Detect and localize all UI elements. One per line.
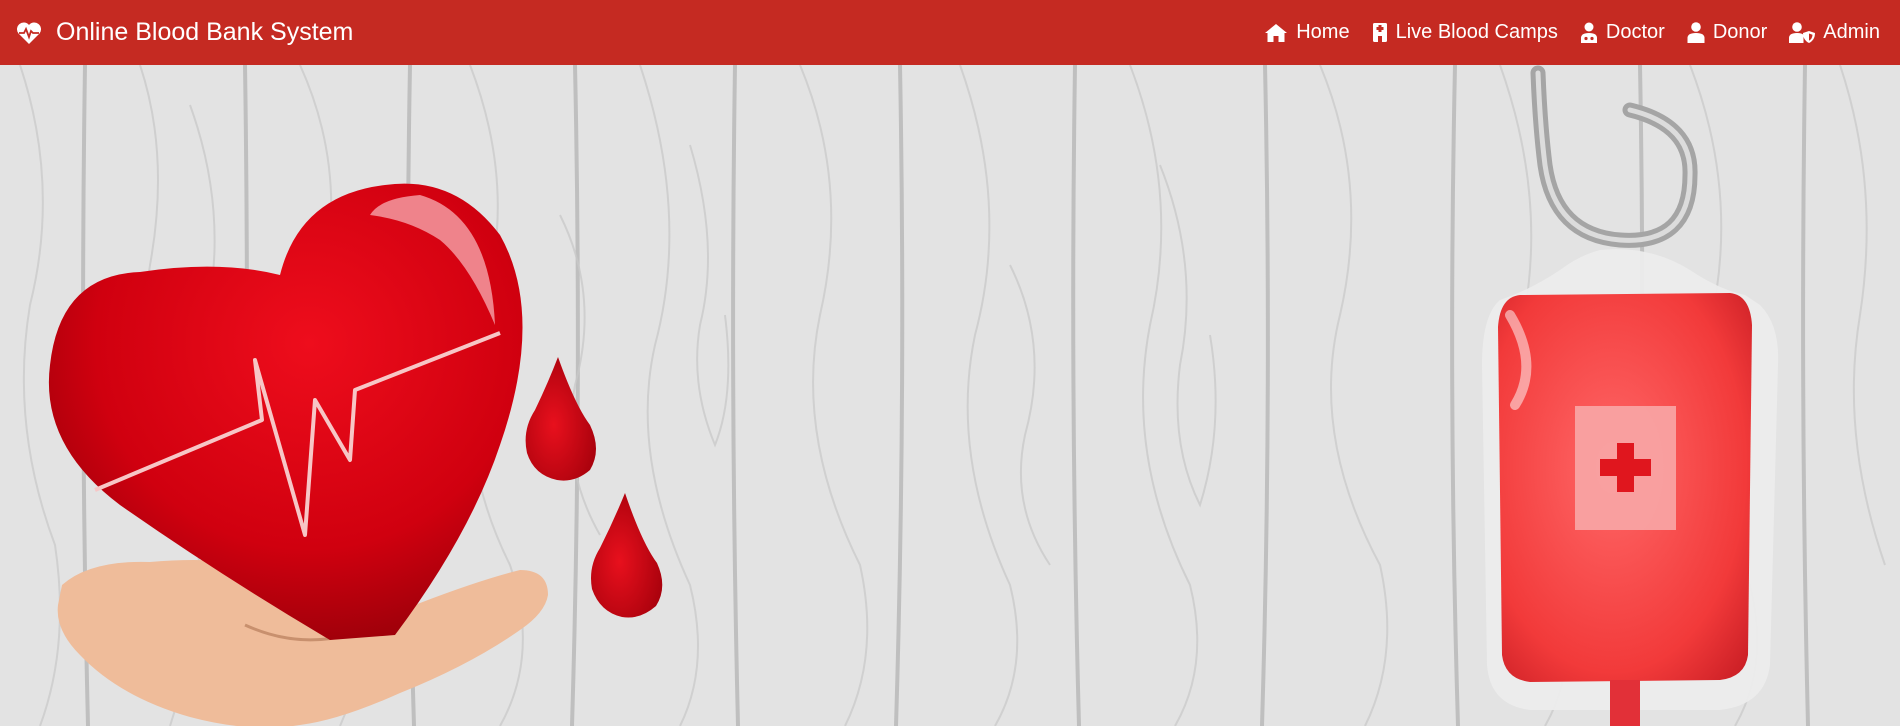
- nav-donor-label: Donor: [1712, 21, 1768, 43]
- top-navbar: Online Blood Bank System Home Live Blood…: [0, 0, 1900, 65]
- nav-live-blood-camps-label: Live Blood Camps: [1395, 21, 1558, 43]
- user-doctor-icon: [1580, 22, 1598, 43]
- hospital-icon: [1372, 22, 1388, 43]
- nav-doctor-label: Doctor: [1605, 21, 1665, 43]
- user-shield-icon: [1789, 22, 1816, 43]
- wood-texture-background: [0, 65, 1900, 726]
- home-icon: [1264, 23, 1288, 43]
- nav-home-label: Home: [1296, 21, 1350, 43]
- nav-admin[interactable]: Admin: [1789, 0, 1880, 65]
- nav-doctor[interactable]: Doctor: [1580, 0, 1665, 65]
- nav-donor[interactable]: Donor: [1687, 0, 1767, 65]
- nav-admin-label: Admin: [1823, 21, 1880, 43]
- blood-bag-illustration: [1482, 249, 1779, 726]
- brand-link[interactable]: Online Blood Bank System: [16, 18, 353, 47]
- nav-links: Home Live Blood Camps Doctor Donor Admin: [1242, 0, 1880, 65]
- nav-home[interactable]: Home: [1264, 0, 1350, 65]
- heartbeat-icon: [16, 21, 42, 45]
- nav-live-blood-camps[interactable]: Live Blood Camps: [1372, 0, 1558, 65]
- user-icon: [1687, 22, 1705, 43]
- brand-title: Online Blood Bank System: [56, 18, 354, 46]
- hero-banner: [0, 65, 1900, 726]
